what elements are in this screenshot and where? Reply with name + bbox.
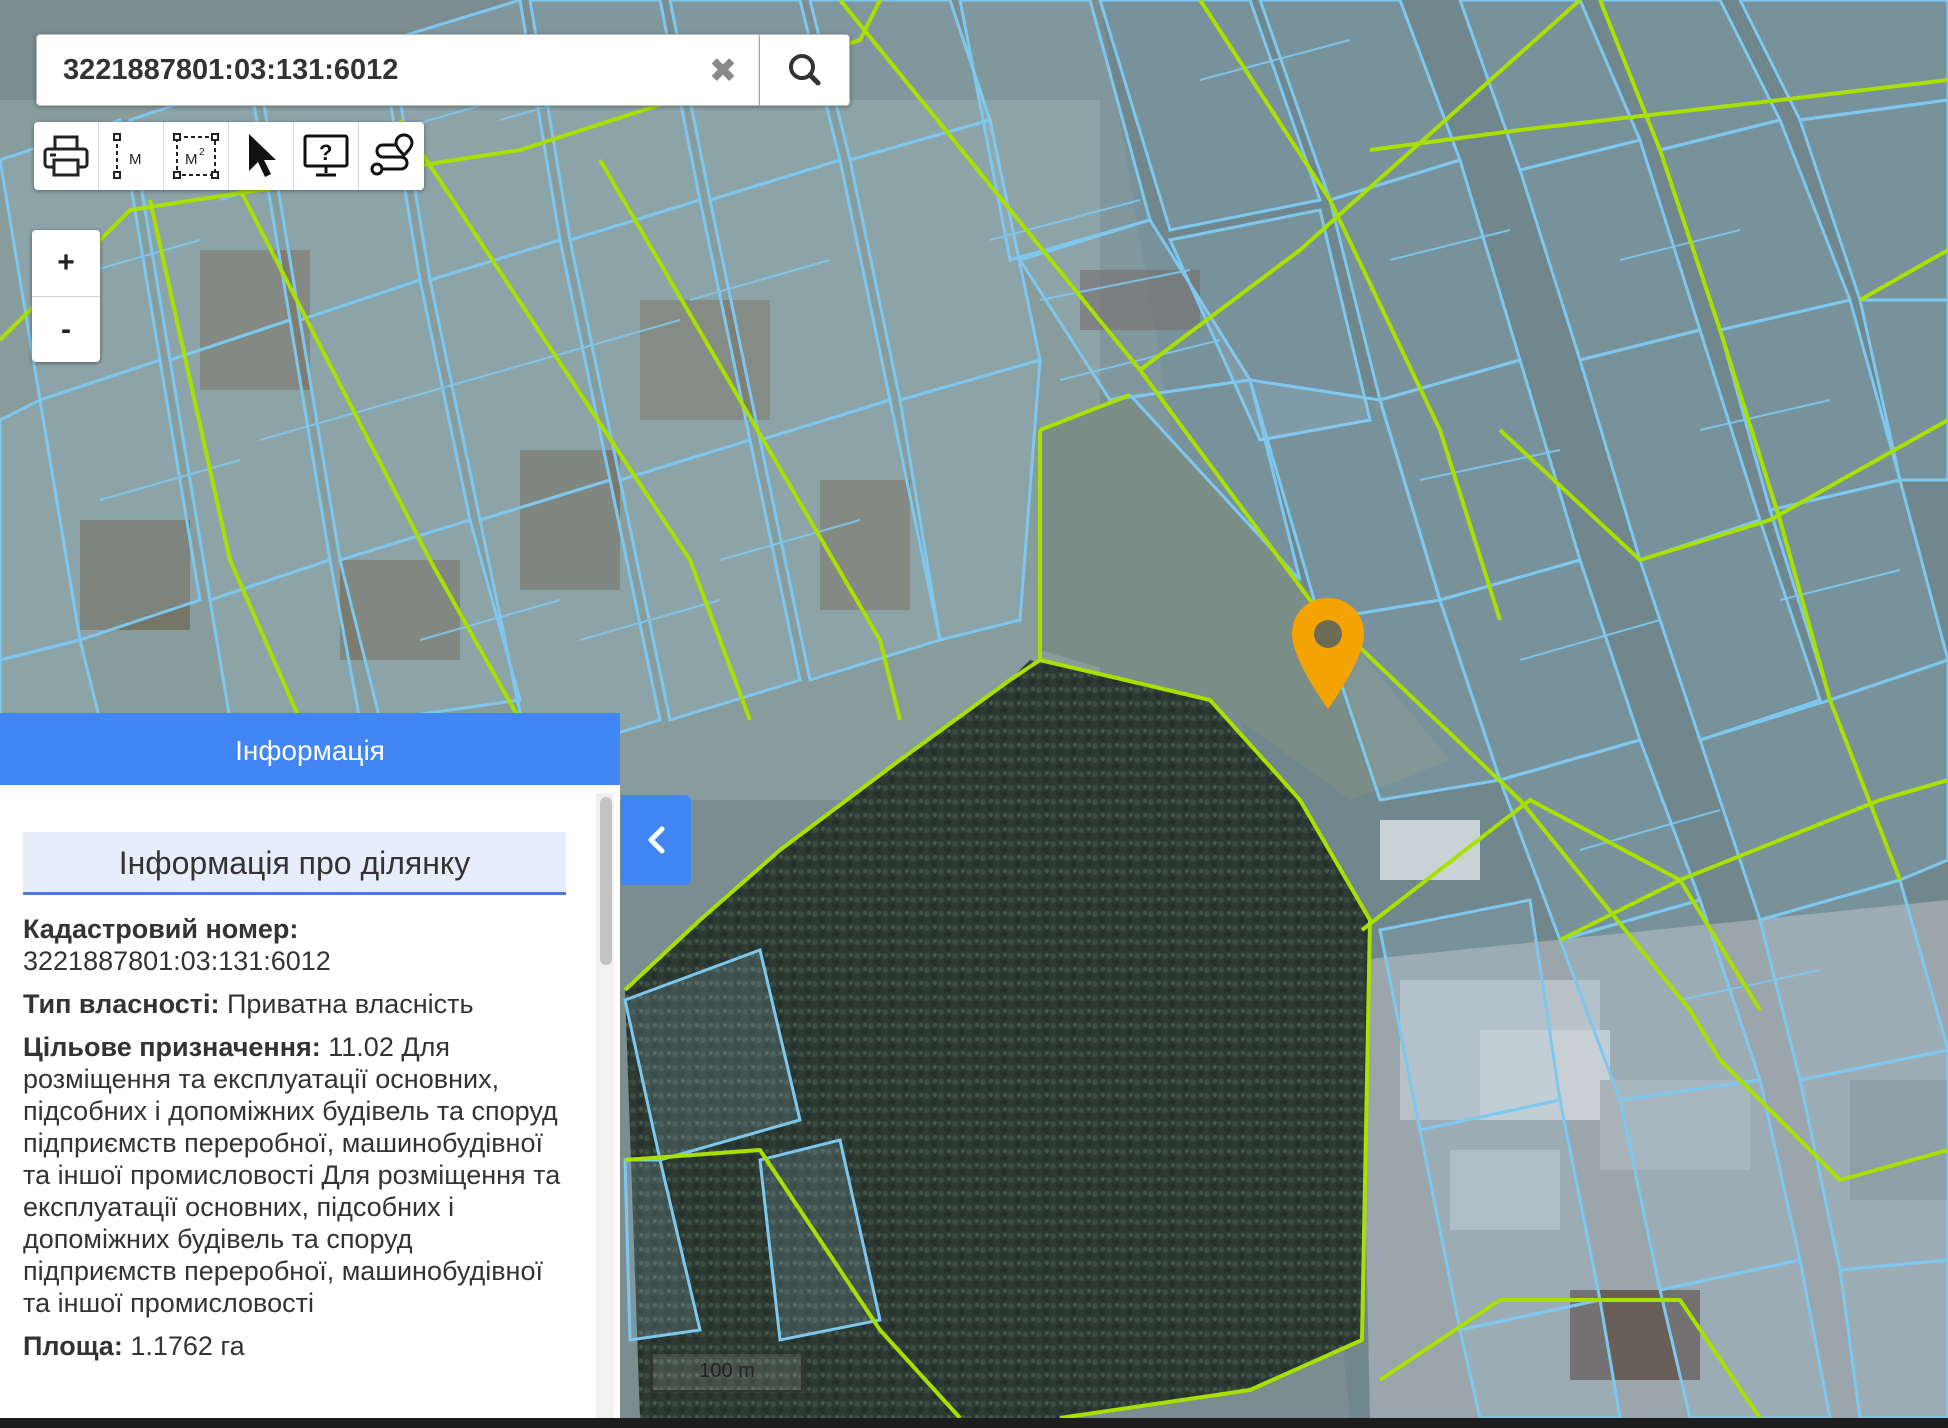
ownership-label: Тип власності: — [23, 989, 220, 1019]
scale-bar: 100 m — [651, 1354, 803, 1392]
cadastral-value: 3221887801:03:131:6012 — [23, 946, 331, 976]
scrollbar-thumb[interactable] — [600, 797, 612, 965]
magnifier-icon — [789, 54, 821, 86]
area-label: Площа: — [23, 1331, 123, 1361]
bottom-bar — [0, 1418, 1948, 1428]
info-panel: Інформація Інформація про ділянку Кадаст… — [0, 713, 620, 1418]
measure-area-sup: 2 — [199, 147, 205, 158]
info-panel-header: Інформація — [0, 713, 620, 785]
collapse-panel-button[interactable] — [621, 795, 691, 885]
print-button[interactable] — [34, 122, 99, 190]
area-icon: M 2 — [173, 133, 219, 179]
cadastral-label: Кадастровий номер: — [23, 914, 299, 944]
toolbar: M M 2 ? — [34, 122, 424, 190]
ruler-icon: M — [113, 133, 142, 179]
purpose-label: Цільове призначення: — [23, 1032, 321, 1062]
scale-label: 100 m — [699, 1360, 755, 1382]
chevron-left-icon — [648, 826, 665, 854]
zoom-in-button[interactable]: + — [32, 230, 100, 296]
section-title: Інформація про ділянку — [23, 832, 566, 895]
measure-area-label: M — [185, 151, 198, 168]
info-question-label: ? — [319, 140, 332, 165]
measure-area-button[interactable]: M 2 — [164, 122, 229, 190]
select-button[interactable] — [229, 122, 294, 190]
map-pin-icon[interactable] — [1290, 596, 1366, 711]
route-button[interactable] — [359, 122, 424, 190]
cadastral-row: Кадастровий номер: 3221887801:03:131:601… — [23, 913, 568, 977]
monitor-question-icon: ? — [303, 134, 349, 177]
purpose-value: 11.02 Для розміщення та експлуатації осн… — [23, 1032, 561, 1318]
ownership-row: Тип власності: Приватна власність — [23, 988, 568, 1020]
search-box: ✖ — [36, 34, 760, 106]
zoom-out-button[interactable]: - — [32, 296, 100, 363]
measure-distance-button[interactable]: M — [99, 122, 164, 190]
printer-icon — [43, 135, 89, 177]
info-button[interactable]: ? — [294, 122, 359, 190]
area-value: 1.1762 га — [122, 1331, 245, 1361]
parcel-details: Кадастровий номер: 3221887801:03:131:601… — [23, 913, 568, 1373]
ownership-value: Приватна власність — [219, 989, 474, 1019]
search-input[interactable] — [63, 35, 703, 105]
zoom-control: + - — [32, 230, 100, 362]
search-button[interactable] — [760, 34, 850, 106]
pointer-icon — [249, 134, 276, 177]
area-row: Площа: 1.1762 га — [23, 1330, 568, 1362]
info-panel-body[interactable]: Інформація про ділянку Кадастровий номер… — [0, 785, 620, 1418]
close-icon[interactable]: ✖ — [701, 49, 745, 93]
measure-distance-label: M — [129, 151, 142, 168]
purpose-row: Цільове призначення: 11.02 Для розміщенн… — [23, 1031, 568, 1319]
route-icon — [370, 133, 414, 176]
